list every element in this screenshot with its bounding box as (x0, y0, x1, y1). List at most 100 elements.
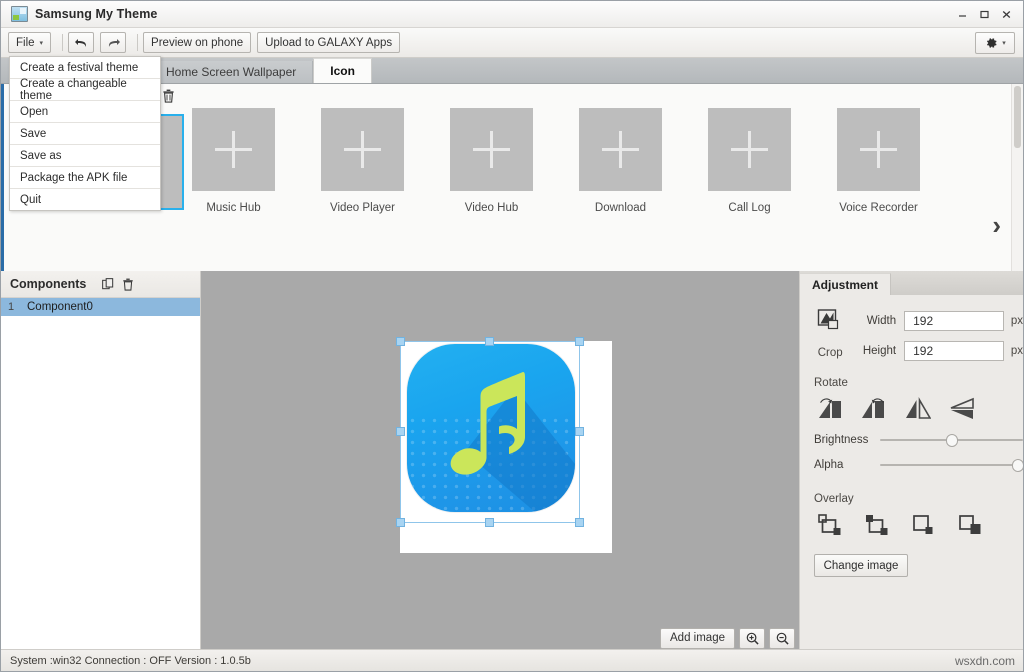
menu-item-open[interactable]: Open (10, 101, 160, 123)
icon-label: Download (595, 202, 646, 214)
tab-home-screen-wallpaper[interactable]: Home Screen Wallpaper (149, 61, 313, 83)
width-label: Width (846, 315, 896, 327)
redo-button[interactable] (100, 32, 126, 53)
add-image-button[interactable]: Add image (660, 628, 735, 649)
slider-thumb[interactable] (946, 434, 958, 447)
menu-item-package-apk[interactable]: Package the APK file (10, 167, 160, 189)
file-menu-button[interactable]: File ▾ (8, 32, 51, 53)
icon-browser-scrollbar[interactable] (1011, 84, 1023, 273)
overlay-bottom-right-small-icon[interactable] (910, 511, 940, 541)
crop-icon (817, 309, 843, 333)
height-input[interactable]: 192 (904, 341, 1004, 361)
icon-placeholder[interactable] (321, 108, 404, 191)
trash-icon (122, 278, 134, 291)
zoom-out-icon (776, 632, 789, 645)
undo-arrow-icon (74, 36, 89, 49)
brightness-slider[interactable] (880, 432, 1023, 448)
resize-handle-w[interactable] (396, 427, 405, 436)
zoom-out-button[interactable] (769, 628, 795, 649)
menu-item-create-changeable-theme[interactable]: Create a changeable theme (10, 79, 160, 101)
icon-cell-voice-recorder[interactable]: Voice Recorder (814, 108, 943, 214)
slider-thumb[interactable] (1012, 459, 1024, 472)
icon-placeholder[interactable] (837, 108, 920, 191)
plus-icon-v (490, 131, 493, 168)
component-index: 1 (1, 301, 21, 313)
scrollbar-thumb[interactable] (1014, 86, 1021, 148)
tab-adjustment[interactable]: Adjustment (800, 273, 891, 295)
crop-label: Crop (818, 347, 843, 359)
width-unit: px (1011, 315, 1023, 327)
crop-control[interactable] (814, 309, 846, 333)
main-toolbar: File ▾ Preview on phone Upload to GALAXY… (1, 28, 1023, 58)
maximize-icon[interactable] (973, 5, 995, 23)
icon-cell-video-player[interactable]: Video Player (298, 108, 427, 214)
adjustment-body: Width 192 px Crop Height 192 px Rotate (800, 295, 1023, 577)
adjustment-panel: Adjustment Width 192 px (799, 271, 1023, 649)
close-icon[interactable] (995, 5, 1017, 23)
height-unit: px (1011, 345, 1023, 357)
flip-horizontal-icon[interactable] (904, 395, 932, 423)
canvas-area[interactable]: Add image (201, 271, 799, 649)
resize-handle-ne[interactable] (575, 337, 584, 346)
icon-placeholder[interactable] (192, 108, 275, 191)
minimize-icon[interactable] (951, 5, 973, 23)
selection-box (400, 341, 580, 523)
undo-button[interactable] (68, 32, 94, 53)
menu-item-save-as[interactable]: Save as (10, 145, 160, 167)
flip-vertical-icon[interactable] (948, 395, 976, 423)
copy-icon (102, 278, 115, 291)
app-icon (11, 6, 28, 22)
settings-button[interactable]: ▾ (975, 32, 1015, 54)
chevron-down-icon: ▾ (40, 39, 44, 47)
trash-icon (162, 89, 175, 103)
icon-label: Video Hub (465, 202, 519, 214)
icon-cell-music-hub[interactable]: Music Hub (169, 108, 298, 214)
resize-handle-sw[interactable] (396, 518, 405, 527)
rotate-left-icon[interactable] (860, 395, 888, 423)
window-title: Samsung My Theme (35, 7, 157, 21)
table-row[interactable]: 1 Component0 (1, 298, 200, 316)
component-name: Component0 (21, 301, 93, 313)
icon-cell-video-hub[interactable]: Video Hub (427, 108, 556, 214)
toolbar-separator (62, 34, 63, 51)
rotate-buttons (800, 395, 1023, 423)
copy-component-button[interactable] (98, 274, 118, 294)
resize-handle-nw[interactable] (396, 337, 405, 346)
upload-to-galaxy-apps-button[interactable]: Upload to GALAXY Apps (257, 32, 400, 53)
overlay-top-left-icon[interactable] (816, 511, 846, 541)
components-header: Components (1, 271, 200, 298)
resize-handle-n[interactable] (485, 337, 494, 346)
overlay-bottom-right-filled-icon[interactable] (957, 511, 987, 541)
icon-cell-call-log[interactable]: Call Log (685, 108, 814, 214)
menu-item-save[interactable]: Save (10, 123, 160, 145)
icon-cell-download[interactable]: Download (556, 108, 685, 214)
chevron-right-icon[interactable]: › (992, 212, 1001, 238)
plus-icon-v (877, 131, 880, 168)
preview-on-phone-button[interactable]: Preview on phone (143, 32, 251, 53)
tab-icon[interactable]: Icon (313, 58, 372, 83)
delete-component-button[interactable] (118, 274, 138, 294)
title-bar: Samsung My Theme (1, 1, 1023, 28)
components-panel: Components 1 Component0 (1, 271, 201, 649)
application-window: Samsung My Theme File ▾ (0, 0, 1024, 672)
icon-label: Video Player (330, 202, 395, 214)
menu-item-quit[interactable]: Quit (10, 189, 160, 210)
plus-icon-v (361, 131, 364, 168)
overlay-top-left-filled-icon[interactable] (863, 511, 893, 541)
rotate-right-icon[interactable] (816, 395, 844, 423)
icon-placeholder[interactable] (708, 108, 791, 191)
icon-placeholder[interactable] (450, 108, 533, 191)
width-row: Width 192 px (800, 309, 1023, 333)
icon-placeholder[interactable] (579, 108, 662, 191)
menu-item-create-festival-theme[interactable]: Create a festival theme (10, 57, 160, 79)
resize-handle-e[interactable] (575, 427, 584, 436)
alpha-slider[interactable] (880, 457, 1023, 473)
components-list-body (1, 316, 200, 649)
change-image-button[interactable]: Change image (814, 554, 908, 577)
width-input[interactable]: 192 (904, 311, 1004, 331)
resize-handle-se[interactable] (575, 518, 584, 527)
status-bar: System :win32 Connection : OFF Version :… (1, 649, 1023, 671)
icon-label: Music Hub (206, 202, 260, 214)
resize-handle-s[interactable] (485, 518, 494, 527)
zoom-in-button[interactable] (739, 628, 765, 649)
